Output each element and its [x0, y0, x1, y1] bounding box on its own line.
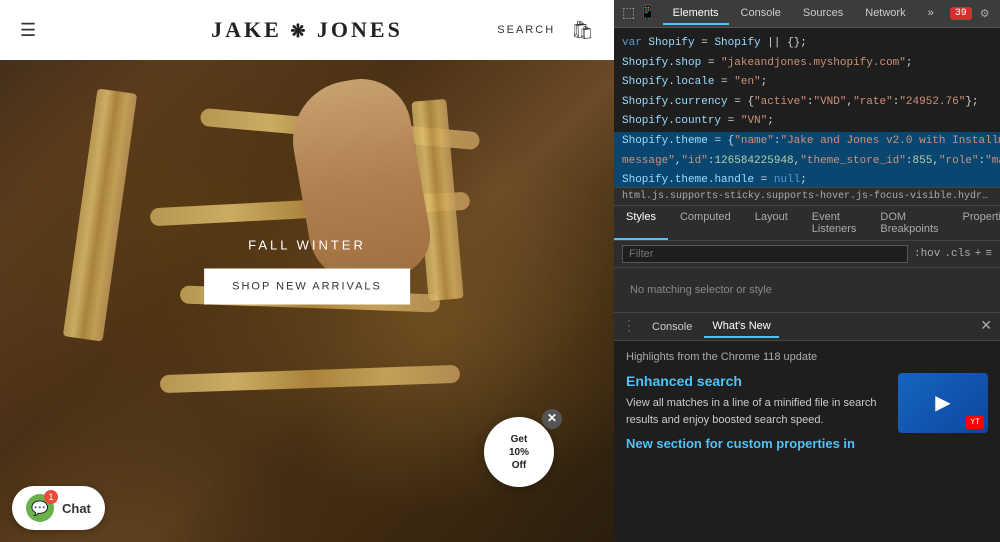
highlights-label: Highlights from the Chrome 118 update — [626, 351, 988, 363]
add-style-button[interactable]: + — [975, 248, 982, 260]
tab-console-bottom[interactable]: Console — [644, 317, 700, 337]
youtube-icon: YT — [966, 416, 984, 429]
text-content: Enhanced search View all matches in a li… — [626, 373, 888, 451]
hero-text-overlay: FALL WINTER SHOP NEW ARRIVALS — [204, 238, 410, 305]
styles-panel: Styles Computed Layout Event Listeners D… — [614, 206, 1000, 312]
more-styles-button[interactable]: ≡ — [985, 248, 992, 260]
code-line-2: Shopify.shop = "jakeandjones.myshopify.c… — [614, 54, 1000, 74]
header-actions: SEARCH 🛍 — [497, 20, 594, 41]
devtools-right-icons: 39 ⚙ ⋮ ✕ — [950, 7, 1000, 21]
discount-close-button[interactable]: ✕ — [542, 409, 562, 429]
code-line-7: message","id":126584225948,"theme_store_… — [614, 152, 1000, 172]
hov-cls-bar: :hov .cls + ≡ — [914, 248, 992, 260]
play-icon: ▶ — [935, 390, 950, 416]
styles-tab-styles[interactable]: Styles — [614, 206, 668, 240]
menu-icon[interactable]: ☰ — [20, 20, 36, 41]
shop-new-arrivals-button[interactable]: SHOP NEW ARRIVALS — [204, 269, 410, 305]
devtools-topbar: ⬚ 📱 Elements Console Sources Network » 3… — [614, 0, 1000, 28]
logo-text-jones: JONES — [317, 17, 403, 42]
styles-tab-computed[interactable]: Computed — [668, 206, 743, 240]
devtools-panel: ⬚ 📱 Elements Console Sources Network » 3… — [614, 0, 1000, 542]
close-bottom-panel-icon[interactable]: ✕ — [980, 318, 992, 335]
no-match-message: No matching selector or style — [614, 268, 1000, 312]
discount-line2: 10% — [509, 446, 529, 459]
breadcrumb-bar: html.js.supports-sticky.supports-hover.j… — [614, 187, 1000, 206]
styles-filter-input[interactable] — [622, 245, 908, 263]
store-header: ☰ JAKE ❋ JONES SEARCH 🛍 — [0, 0, 614, 60]
chat-notification-badge: 1 — [44, 490, 58, 504]
bottom-tabs-bar: ⋮ Console What's New ✕ — [614, 313, 1000, 341]
code-line-1: var Shopify = Shopify || {}; — [614, 34, 1000, 54]
error-count-badge: 39 — [950, 7, 972, 20]
new-section-title: New section for custom properties in — [626, 436, 888, 451]
chat-widget[interactable]: 💬 1 Chat — [12, 486, 105, 530]
hov-button[interactable]: :hov — [914, 248, 940, 260]
tab-network[interactable]: Network — [855, 3, 915, 25]
styles-tab-properties[interactable]: Properties — [950, 206, 1000, 240]
devtools-icons-left: ⬚ 📱 — [622, 5, 657, 22]
styles-tab-layout[interactable]: Layout — [743, 206, 800, 240]
filter-row: :hov .cls + ≡ — [614, 241, 1000, 268]
code-line-4: Shopify.currency = {"active":"VND","rate… — [614, 93, 1000, 113]
discount-line3: Off — [512, 459, 526, 472]
bottom-content-row: Enhanced search View all matches in a li… — [626, 373, 988, 451]
discount-popup: ✕ Get 10% Off — [484, 417, 554, 487]
tab-sources[interactable]: Sources — [793, 3, 853, 25]
devtools-tabs: Elements Console Sources Network » — [663, 3, 944, 25]
styles-tab-event-listeners[interactable]: Event Listeners — [800, 206, 869, 240]
logo-flower: ❋ — [290, 21, 308, 42]
enhanced-search-title: Enhanced search — [626, 373, 888, 389]
store-logo: JAKE ❋ JONES — [211, 17, 403, 43]
code-line-6: Shopify.theme = {"name":"Jake and Jones … — [614, 132, 1000, 152]
chat-avatar: 💬 1 — [26, 494, 54, 522]
drag-handle-icon: ⋮ — [622, 318, 636, 335]
enhanced-search-desc: View all matches in a line of a minified… — [626, 395, 888, 428]
code-line-3: Shopify.locale = "en"; — [614, 73, 1000, 93]
styles-nav: Styles Computed Layout Event Listeners D… — [614, 206, 1000, 241]
search-label[interactable]: SEARCH — [497, 24, 555, 36]
video-thumbnail[interactable]: ▶ YT — [898, 373, 988, 433]
device-icon[interactable]: 📱 — [639, 5, 656, 22]
store-panel: ☰ JAKE ❋ JONES SEARCH 🛍 FALL WINTER SHOP… — [0, 0, 614, 542]
season-label: FALL WINTER — [204, 238, 410, 253]
tab-console[interactable]: Console — [731, 3, 791, 25]
styles-tab-dom-breakpoints[interactable]: DOM Breakpoints — [868, 206, 950, 240]
code-line-8: Shopify.theme.handle = null; — [614, 171, 1000, 187]
cart-icon[interactable]: 🛍 — [571, 20, 594, 41]
tab-more[interactable]: » — [918, 3, 944, 25]
breadcrumb-text: html.js.supports-sticky.supports-hover.j… — [622, 191, 1000, 202]
whats-new-content: Highlights from the Chrome 118 update En… — [614, 341, 1000, 542]
cls-button[interactable]: .cls — [944, 248, 970, 260]
code-line-5: Shopify.country = "VN"; — [614, 112, 1000, 132]
logo-text-jake: JAKE — [211, 17, 282, 42]
inspect-icon[interactable]: ⬚ — [622, 5, 635, 22]
bottom-panel: ⋮ Console What's New ✕ Highlights from t… — [614, 312, 1000, 542]
chat-label: Chat — [62, 501, 91, 516]
discount-line1: Get — [511, 433, 528, 446]
settings-icon[interactable]: ⚙ — [980, 7, 990, 21]
tab-elements[interactable]: Elements — [663, 3, 729, 25]
tab-whats-new[interactable]: What's New — [704, 316, 778, 338]
code-editor: var Shopify = Shopify || {}; Shopify.sho… — [614, 28, 1000, 187]
